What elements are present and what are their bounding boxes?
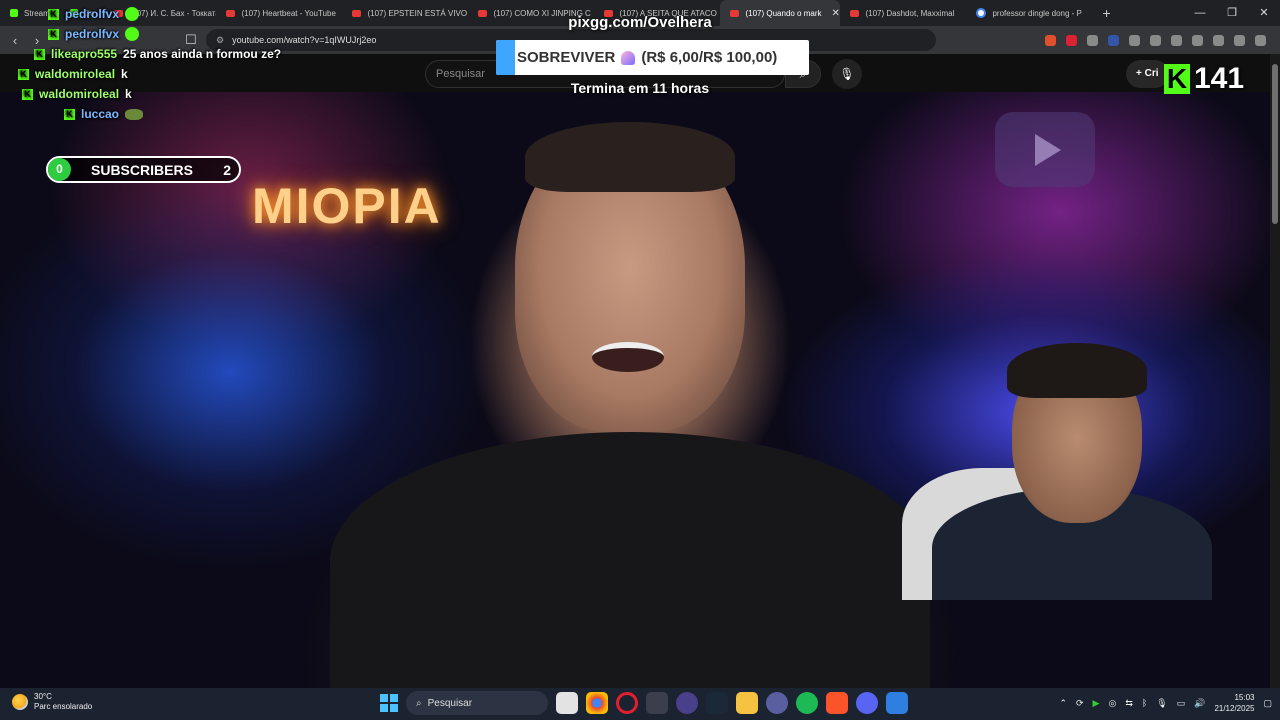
screen: Stream Go (107) И. С. Бах - Токката (107…: [0, 0, 1280, 720]
wallet-icon[interactable]: [1213, 34, 1224, 46]
chat-message: K likeapro555 25 anos ainda n formou ze?: [34, 44, 334, 64]
chat-username: likeapro555: [51, 47, 118, 61]
goal-ends-text: Termina em 11 horas: [570, 80, 710, 96]
weather-temp: 30°C: [34, 692, 52, 701]
sun-cloud-icon: [12, 694, 28, 710]
create-label: Cri: [1144, 68, 1159, 79]
clock-date: 21/12/2025: [1214, 704, 1255, 713]
extension-icon[interactable]: [1108, 34, 1119, 46]
clock-time: 15:03: [1234, 693, 1255, 702]
chrome-icon[interactable]: [586, 692, 608, 714]
goal-title: SOBREVIVER: [517, 49, 616, 66]
weather-widget[interactable]: 30°C Parc ensolarado: [12, 692, 92, 712]
host-hair: [525, 122, 735, 192]
taskbar-apps: ⌕ Pesquisar: [380, 691, 908, 715]
app-icon[interactable]: [646, 692, 668, 714]
app-tray-icon[interactable]: ⇆: [1125, 698, 1133, 709]
host-mouth: [592, 342, 664, 372]
brave-shield-icon[interactable]: [1045, 34, 1056, 46]
network-icon[interactable]: ▭: [1177, 698, 1186, 709]
neon-sign: MIOPIA: [252, 178, 442, 234]
host-body: [330, 432, 930, 688]
system-tray: ⌃ ⟳ ▶ ◎ ⇆ ᛒ 🎙 ▭ 🔊 15:03 21/12/2025 ▢: [1059, 692, 1272, 714]
opera-icon[interactable]: [616, 692, 638, 714]
folder-icon[interactable]: [736, 692, 758, 714]
menu-icon[interactable]: [1255, 34, 1266, 46]
app-icon[interactable]: [676, 692, 698, 714]
chat-message: K luccao: [64, 104, 334, 124]
extension-icon[interactable]: [1087, 34, 1098, 46]
puzzle-icon[interactable]: [1150, 34, 1161, 46]
windows-start-icon[interactable]: [380, 694, 398, 712]
extension-icon[interactable]: [1129, 34, 1140, 46]
kick-badge-icon: K: [18, 68, 29, 80]
goal-progress-fill: [496, 40, 515, 75]
notification-icon[interactable]: ▢: [1263, 698, 1272, 709]
kick-logo-icon: K: [1164, 64, 1190, 94]
youtube-logo-decor-icon: [995, 112, 1095, 187]
microphone-icon[interactable]: 🎙: [1156, 698, 1167, 709]
pray-hands-icon: [621, 50, 636, 65]
steam-icon[interactable]: [706, 692, 728, 714]
viewer-count: 141: [1194, 62, 1245, 95]
streamer-webcam: [862, 338, 1212, 600]
chat-username: waldomiroleal: [35, 67, 116, 81]
brave-icon[interactable]: [826, 692, 848, 714]
goal-amount: (R$ 6,00/R$ 100,00): [641, 49, 778, 66]
weather-desc: Parc ensolarado: [34, 702, 93, 711]
sidebar-icon[interactable]: [1192, 34, 1203, 46]
subscribers-current: 0: [48, 158, 71, 181]
weather-text: 30°C Parc ensolarado: [34, 692, 92, 712]
taskbar-search-label: Pesquisar: [427, 697, 473, 709]
app-icon[interactable]: [886, 692, 908, 714]
search-icon: ⌕: [416, 697, 422, 709]
app-tray-icon[interactable]: ◎: [1108, 698, 1116, 709]
subscribers-goal: 0 SUBSCRIBERS 2: [46, 156, 241, 183]
task-view-icon[interactable]: [556, 692, 578, 714]
chevron-up-icon[interactable]: ⌃: [1059, 698, 1067, 709]
viewer-counter: K 141: [1164, 62, 1244, 96]
vpn-icon[interactable]: [1234, 34, 1245, 46]
chat-text: 25 anos ainda n formou ze?: [123, 47, 282, 61]
extension-icon[interactable]: [1066, 34, 1077, 46]
sync-icon[interactable]: ⟳: [1076, 698, 1084, 709]
windows-taskbar: 30°C Parc ensolarado ⌕ Pesquisar ⌃ ⟳ ▶ ◎: [0, 688, 1280, 720]
chat-username: luccao: [81, 107, 120, 121]
kick-badge-icon: K: [34, 48, 45, 60]
music-icon[interactable]: [1171, 34, 1182, 46]
pix-url-title: pixgg.com/Ovelhera: [568, 14, 712, 31]
discord-icon[interactable]: [856, 692, 878, 714]
play-icon[interactable]: ▶: [1093, 698, 1100, 709]
streamer-hair: [1007, 343, 1147, 398]
kick-badge-icon: K: [64, 108, 75, 120]
frog-emote-icon: [125, 108, 144, 120]
volume-icon[interactable]: 🔊: [1194, 698, 1205, 709]
subscribers-label: SUBSCRIBERS: [91, 161, 193, 178]
bluetooth-icon[interactable]: ᛒ: [1142, 698, 1147, 708]
clock[interactable]: 15:03 21/12/2025: [1214, 692, 1254, 714]
spotify-icon[interactable]: [796, 692, 818, 714]
donation-goal-bar: SOBREVIVER (R$ 6,00/R$ 100,00): [496, 40, 809, 75]
subscribers-target: 2: [223, 161, 231, 178]
taskbar-search[interactable]: ⌕ Pesquisar: [406, 691, 548, 715]
page-scrollbar[interactable]: [1270, 54, 1280, 688]
goal-label: SOBREVIVER (R$ 6,00/R$ 100,00): [515, 49, 777, 66]
app-icon[interactable]: [766, 692, 788, 714]
chat-text: k: [121, 67, 128, 81]
